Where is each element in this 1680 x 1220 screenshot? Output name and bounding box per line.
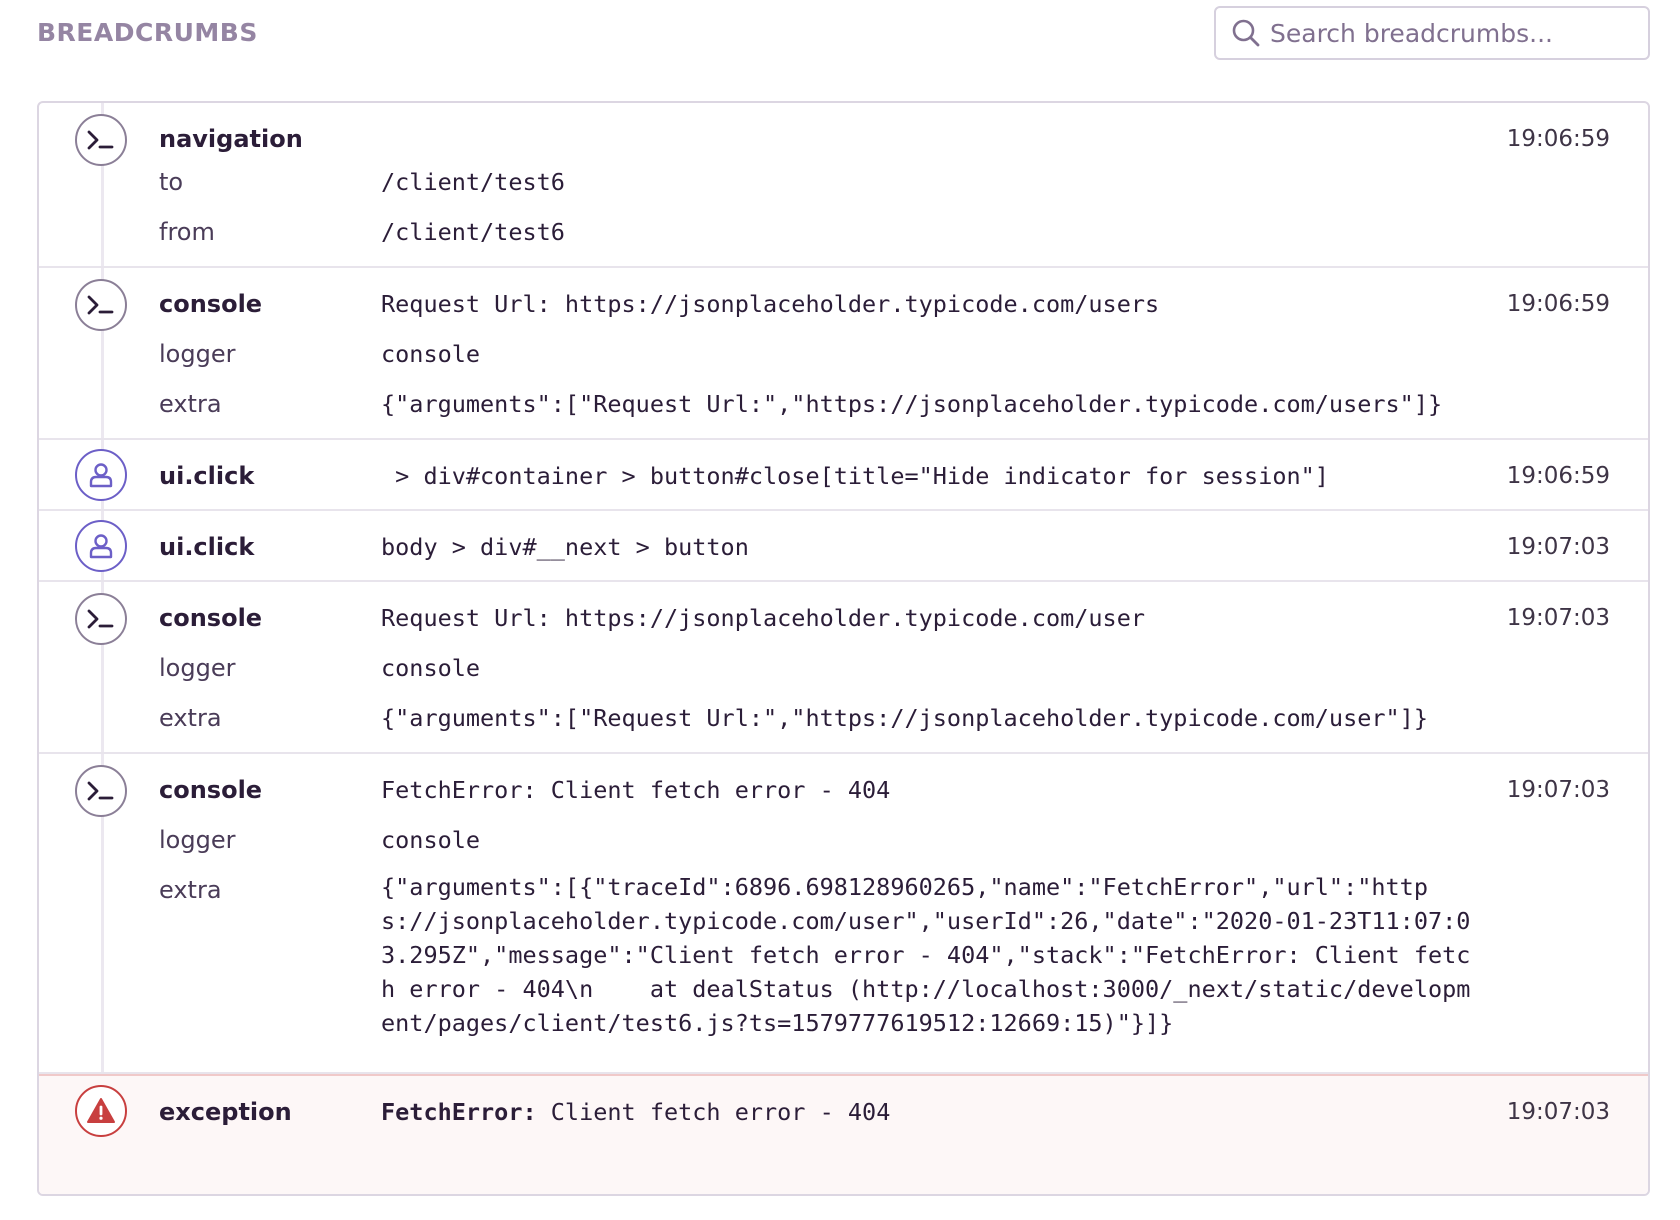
crumb-message: FetchError: Client fetch error - 404 — [381, 1098, 890, 1126]
crumb-message: FetchError: Client fetch error - 404 — [381, 776, 891, 804]
breadcrumb-ui-click[interactable]: ui.click body > div#__next > button 19:0… — [39, 511, 1648, 582]
crumb-value-extra: {"arguments":["Request Url:","https://js… — [381, 390, 1443, 418]
breadcrumb-console[interactable]: console FetchError: Client fetch error -… — [39, 754, 1648, 1074]
crumb-key-logger: logger — [159, 340, 236, 368]
crumb-message: body > div#__next > button — [381, 533, 749, 561]
crumb-time: 19:07:03 — [1506, 534, 1610, 560]
crumb-time: 19:06:59 — [1506, 463, 1610, 489]
crumb-key-logger: logger — [159, 826, 236, 854]
crumb-value-to: /client/test6 — [381, 168, 565, 196]
crumb-key-logger: logger — [159, 654, 236, 682]
crumb-key-extra: extra — [159, 704, 222, 732]
crumb-key-extra: extra — [159, 390, 222, 418]
error-type: FetchError: — [381, 1098, 537, 1126]
crumb-key-extra: extra — [159, 876, 222, 904]
error-message: Client fetch error - 404 — [536, 1098, 891, 1126]
crumb-type: console — [159, 604, 263, 632]
terminal-icon — [75, 279, 127, 331]
crumb-value-logger: console — [381, 826, 481, 854]
crumb-time: 19:07:03 — [1506, 605, 1610, 631]
crumb-key-to: to — [159, 168, 184, 196]
crumb-time: 19:06:59 — [1506, 126, 1610, 152]
terminal-icon — [75, 593, 127, 645]
crumb-value-logger: console — [381, 340, 481, 368]
breadcrumb-console[interactable]: console Request Url: https://jsonplaceho… — [39, 582, 1648, 754]
crumb-value-extra: {"arguments":["Request Url:","https://js… — [381, 704, 1428, 732]
terminal-icon — [75, 765, 127, 817]
crumb-type: ui.click — [159, 533, 255, 561]
search-box[interactable] — [1214, 6, 1650, 60]
crumb-time: 19:07:03 — [1506, 1099, 1610, 1125]
crumb-value-extra: {"arguments":[{"traceId":6896.6981289602… — [381, 873, 1471, 1037]
breadcrumb-console[interactable]: console Request Url: https://jsonplaceho… — [39, 268, 1648, 440]
search-input[interactable] — [1270, 18, 1630, 48]
user-icon — [75, 520, 127, 572]
breadcrumb-navigation[interactable]: navigation 19:06:59 to /client/test6 fro… — [39, 103, 1648, 268]
crumb-value-from: /client/test6 — [381, 218, 565, 246]
user-icon — [75, 449, 127, 501]
crumb-type: navigation — [159, 125, 303, 153]
search-icon — [1230, 17, 1262, 49]
crumb-type: console — [159, 290, 263, 318]
crumb-value-logger: console — [381, 654, 481, 682]
crumb-message: Request Url: https://jsonplaceholder.typ… — [381, 290, 1160, 318]
section-title: BREADCRUMBS — [37, 18, 258, 47]
crumb-type: ui.click — [159, 462, 255, 490]
crumb-time: 19:07:03 — [1506, 777, 1610, 803]
crumb-type: exception — [159, 1098, 292, 1126]
crumb-type: console — [159, 776, 263, 804]
crumb-message: > div#container > button#close[title="Hi… — [381, 462, 1329, 490]
breadcrumb-ui-click[interactable]: ui.click > div#container > button#close[… — [39, 440, 1648, 511]
warning-icon — [75, 1085, 127, 1137]
breadcrumb-exception[interactable]: exception FetchError: Client fetch error… — [39, 1074, 1648, 1194]
breadcrumbs-list: navigation 19:06:59 to /client/test6 fro… — [37, 101, 1650, 1196]
crumb-message: Request Url: https://jsonplaceholder.typ… — [381, 604, 1146, 632]
crumb-key-from: from — [159, 218, 215, 246]
terminal-icon — [75, 114, 127, 166]
crumb-time: 19:06:59 — [1506, 291, 1610, 317]
